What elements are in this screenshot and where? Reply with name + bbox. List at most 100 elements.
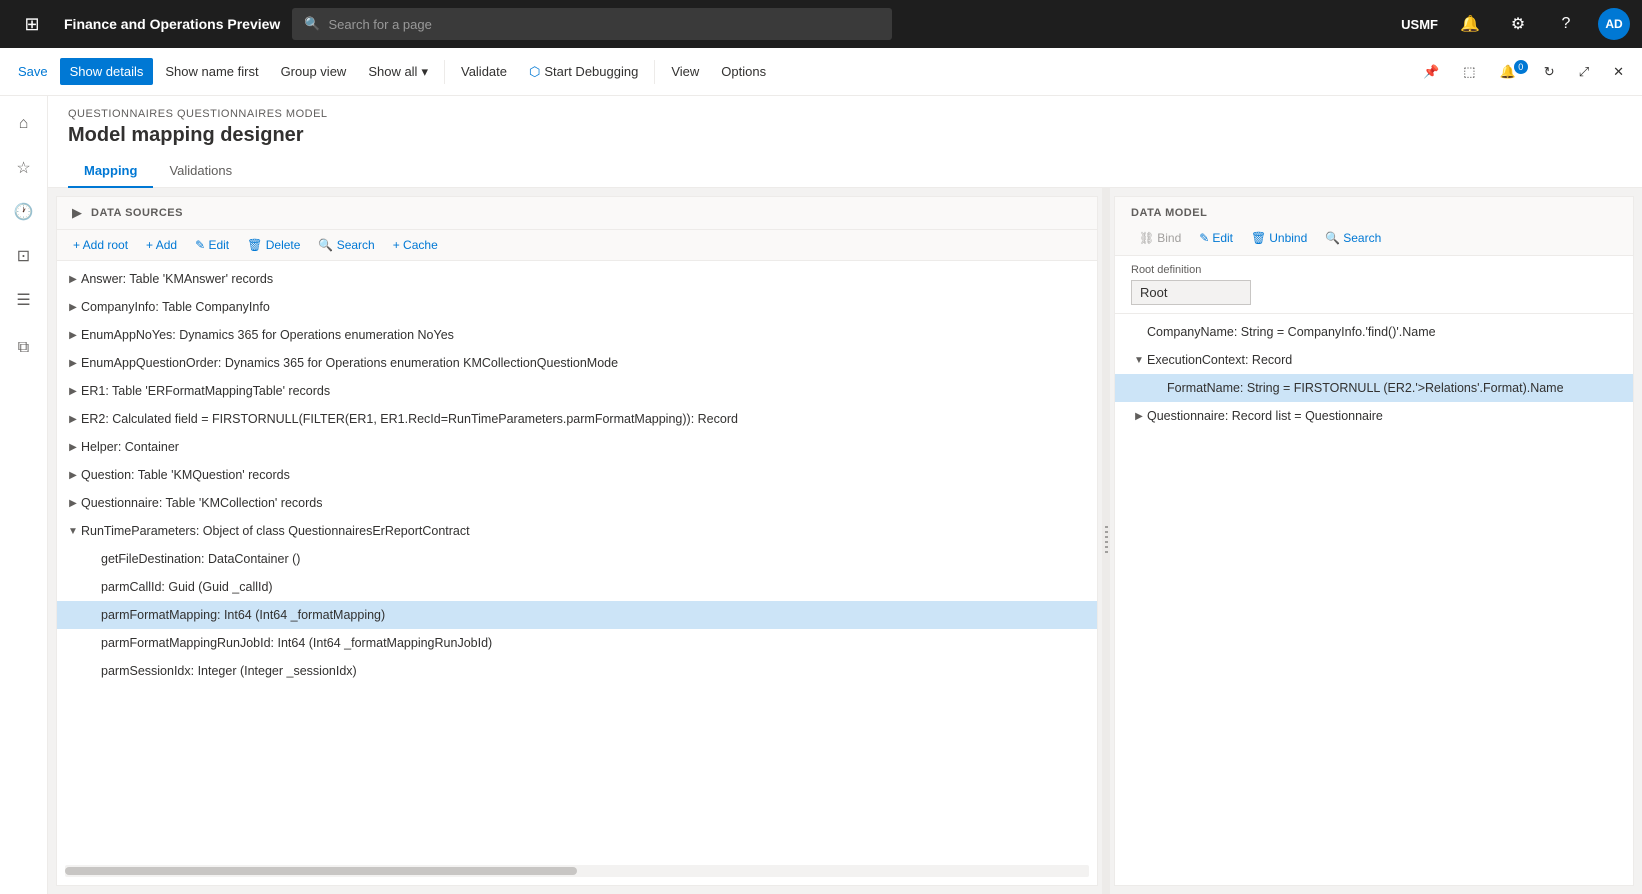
dm-text-execcontext: ExecutionContext: Record <box>1147 353 1292 367</box>
tree-item-parmformatmappingrunjobid[interactable]: ▶ parmFormatMappingRunJobId: Int64 (Int6… <box>57 629 1097 657</box>
datasources-tree: ▶ Answer: Table 'KMAnswer' records ▶ Com… <box>57 261 1097 865</box>
toggle-er1[interactable]: ▶ <box>65 383 81 399</box>
dm-edit-button[interactable]: ✎ Edit <box>1191 227 1241 249</box>
search-icon: 🔍 <box>1325 231 1340 245</box>
show-details-button[interactable]: Show details <box>60 58 154 85</box>
expand-icon[interactable]: ⬚ <box>1453 58 1485 86</box>
toggle-enumappnoyes[interactable]: ▶ <box>65 327 81 343</box>
toolbar-separator-2 <box>654 60 655 84</box>
start-debugging-button[interactable]: ⬡ Start Debugging <box>519 58 648 86</box>
dm-item-formatname[interactable]: ▶ FormatName: String = FIRSTORNULL (ER2.… <box>1115 374 1633 402</box>
sidebar-icons: ⌂ ☆ 🕐 ⊡ ☰ ⧉ <box>0 96 48 894</box>
tree-item-questionnaire[interactable]: ▶ Questionnaire: Table 'KMCollection' re… <box>57 489 1097 517</box>
horizontal-scrollbar[interactable] <box>65 865 1089 877</box>
tree-item-parmformatmapping[interactable]: ▶ parmFormatMapping: Int64 (Int64 _forma… <box>57 601 1097 629</box>
tree-item-getfiledest[interactable]: ▶ getFileDestination: DataContainer () <box>57 545 1097 573</box>
delete-button[interactable]: 🗑 Delete <box>239 234 308 256</box>
view-button[interactable]: View <box>661 58 709 85</box>
sidebar-workspaces-icon[interactable]: ⊡ <box>4 236 44 276</box>
tree-item-enumappquestionorder[interactable]: ▶ EnumAppQuestionOrder: Dynamics 365 for… <box>57 349 1097 377</box>
dm-item-companyname[interactable]: ▶ CompanyName: String = CompanyInfo.'fin… <box>1115 318 1633 346</box>
dm-item-execcontext[interactable]: ▼ ExecutionContext: Record <box>1115 346 1633 374</box>
tree-item-parmcallid[interactable]: ▶ parmCallId: Guid (Guid _callId) <box>57 573 1097 601</box>
ds-search-button[interactable]: 🔍 Search <box>310 234 382 256</box>
sidebar-list-icon[interactable]: ☰ <box>4 280 44 320</box>
unbind-icon: 🗑 <box>1251 231 1266 245</box>
notifications-icon[interactable]: 🔔 <box>1454 8 1486 40</box>
toggle-getfiledest: ▶ <box>85 551 101 567</box>
dm-toggle-questionnaire[interactable]: ▶ <box>1131 408 1147 424</box>
page-tabs: Mapping Validations <box>68 155 1622 187</box>
show-name-first-button[interactable]: Show name first <box>155 58 268 85</box>
options-button[interactable]: Options <box>711 58 776 85</box>
datasources-panel-title: DATA SOURCES <box>91 207 183 219</box>
add-button[interactable]: + Add <box>138 234 185 256</box>
validate-button[interactable]: Validate <box>451 58 517 85</box>
nav-right: USMF 🔔 ⚙ ? AD <box>1401 8 1630 40</box>
filter-icon[interactable]: ⧉ <box>4 328 44 368</box>
tree-item-companyinfo[interactable]: ▶ CompanyInfo: Table CompanyInfo <box>57 293 1097 321</box>
toggle-question[interactable]: ▶ <box>65 467 81 483</box>
tree-item-parmsessionidx[interactable]: ▶ parmSessionIdx: Integer (Integer _sess… <box>57 657 1097 685</box>
dm-text-questionnaire: Questionnaire: Record list = Questionnai… <box>1147 409 1383 423</box>
tree-item-helper[interactable]: ▶ Helper: Container <box>57 433 1097 461</box>
dm-item-questionnaire[interactable]: ▶ Questionnaire: Record list = Questionn… <box>1115 402 1633 430</box>
debug-icon: ⬡ <box>529 64 540 80</box>
collapse-btn[interactable]: ▶ <box>67 203 87 223</box>
dm-text-formatname: FormatName: String = FIRSTORNULL (ER2.'>… <box>1167 381 1564 395</box>
datasources-toolbar: + Add root + Add ✎ Edit 🗑 Delete 🔍 Searc… <box>57 230 1097 261</box>
toggle-parmsessionidx: ▶ <box>85 663 101 679</box>
toggle-companyinfo[interactable]: ▶ <box>65 299 81 315</box>
notifications-badge[interactable]: 🔔0 <box>1490 58 1530 86</box>
scrollbar-thumb <box>65 867 577 875</box>
page-title: Model mapping designer <box>68 124 1622 147</box>
group-view-button[interactable]: Group view <box>271 58 357 85</box>
dm-toggle-execcontext[interactable]: ▼ <box>1131 352 1147 368</box>
cache-button[interactable]: + Cache <box>385 234 446 256</box>
avatar[interactable]: AD <box>1598 8 1630 40</box>
toolbar-right-actions: 📌 ⬚ 🔔0 ↻ ⤢ ✕ <box>1413 58 1634 86</box>
sidebar-recent-icon[interactable]: 🕐 <box>4 192 44 232</box>
tree-item-er2[interactable]: ▶ ER2: Calculated field = FIRSTORNULL(FI… <box>57 405 1097 433</box>
global-search[interactable]: 🔍 Search for a page <box>292 8 892 40</box>
sidebar-favorites-icon[interactable]: ☆ <box>4 148 44 188</box>
edit-button[interactable]: ✎ Edit <box>187 234 237 256</box>
popout-icon[interactable]: ⤢ <box>1569 58 1599 86</box>
dm-search-button[interactable]: 🔍 Search <box>1317 227 1389 249</box>
toggle-runtimeparams[interactable]: ▼ <box>65 523 81 539</box>
tree-item-enumappnoyes[interactable]: ▶ EnumAppNoYes: Dynamics 365 for Operati… <box>57 321 1097 349</box>
toggle-enumappquestionorder[interactable]: ▶ <box>65 355 81 371</box>
toggle-answer[interactable]: ▶ <box>65 271 81 287</box>
main-toolbar: Save Show details Show name first Group … <box>0 48 1642 96</box>
page-header: QUESTIONNAIRES QUESTIONNAIRES MODEL Mode… <box>48 96 1642 188</box>
top-navigation: ⊞ Finance and Operations Preview 🔍 Searc… <box>0 0 1642 48</box>
toggle-er2[interactable]: ▶ <box>65 411 81 427</box>
tree-item-question[interactable]: ▶ Question: Table 'KMQuestion' records <box>57 461 1097 489</box>
search-icon: 🔍 <box>304 16 320 32</box>
save-button[interactable]: Save <box>8 58 58 85</box>
sidebar-home-icon[interactable]: ⌂ <box>4 104 44 144</box>
unbind-button[interactable]: 🗑 Unbind <box>1243 227 1315 249</box>
root-definition-label: Root definition <box>1131 264 1617 276</box>
add-root-button[interactable]: + Add root <box>65 234 136 256</box>
close-icon[interactable]: ✕ <box>1603 58 1634 86</box>
help-icon[interactable]: ? <box>1550 8 1582 40</box>
root-definition-section: Root definition Root <box>1115 256 1633 314</box>
toggle-helper[interactable]: ▶ <box>65 439 81 455</box>
show-all-button[interactable]: Show all ▾ <box>358 58 438 86</box>
breadcrumb: QUESTIONNAIRES QUESTIONNAIRES MODEL <box>68 108 1622 120</box>
toggle-questionnaire[interactable]: ▶ <box>65 495 81 511</box>
panel-resizer[interactable] <box>1102 188 1110 894</box>
tab-validations[interactable]: Validations <box>153 155 248 188</box>
tab-mapping[interactable]: Mapping <box>68 155 153 188</box>
grid-menu-icon[interactable]: ⊞ <box>12 4 52 44</box>
settings-icon[interactable]: ⚙ <box>1502 8 1534 40</box>
refresh-icon[interactable]: ↻ <box>1534 58 1565 86</box>
pin-icon[interactable]: 📌 <box>1413 58 1449 86</box>
tree-item-er1[interactable]: ▶ ER1: Table 'ERFormatMappingTable' reco… <box>57 377 1097 405</box>
bind-button[interactable]: ⛓ Bind <box>1131 227 1189 249</box>
tree-item-answer[interactable]: ▶ Answer: Table 'KMAnswer' records <box>57 265 1097 293</box>
root-definition-value[interactable]: Root <box>1131 280 1251 305</box>
datamodel-panel: DATA MODEL ⛓ Bind ✎ Edit 🗑 Unbind <box>1114 196 1634 886</box>
tree-item-runtimeparams[interactable]: ▼ RunTimeParameters: Object of class Que… <box>57 517 1097 545</box>
